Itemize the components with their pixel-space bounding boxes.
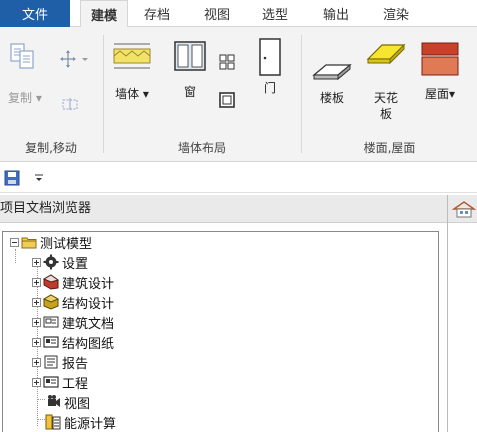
mirror-icon[interactable] [62, 97, 80, 111]
grid-window-icon[interactable] [218, 53, 236, 71]
expand-toggle[interactable] [32, 277, 41, 287]
app-window: 文件 建模 存档 视图 选型 输出 渲染 复制 ▾ 复制,移动 墙体 ▾ 窗 门… [0, 0, 477, 432]
report-icon [44, 355, 58, 369]
expand-toggle[interactable] [32, 337, 41, 347]
chevron-down-icon: ▾ [448, 87, 456, 101]
tree-item-project[interactable]: 工程 [32, 372, 88, 392]
project-tree: 测试模型 设置 建筑设计 结构设计 建筑文档 结构图纸 报告 工程 视图 能源计… [0, 224, 447, 432]
floor-slab-icon [312, 63, 352, 81]
wall-button[interactable]: 墙体 ▾ [112, 41, 152, 107]
tab-render[interactable]: 渲染 [370, 0, 422, 27]
expand-toggle[interactable] [32, 317, 41, 327]
door-label: 门 [263, 81, 276, 95]
floor-slab-button[interactable]: 楼板 [312, 57, 352, 127]
drawing-sheet-icon [43, 336, 59, 348]
wall-layout-group: 墙体 ▾ 窗 门 墙体布局 [104, 27, 300, 162]
chevron-down-icon: ▾ [32, 91, 42, 105]
floor-slab-label: 楼板 [319, 91, 344, 105]
roof-icon [421, 42, 459, 76]
drawing-sheet-icon [43, 316, 59, 328]
tree-label: 测试模型 [40, 236, 93, 252]
wall-icon [113, 43, 151, 69]
tree-label: 能源计算 [64, 416, 117, 432]
tree-item-architectural-design[interactable]: 建筑设计 [32, 272, 114, 292]
tree-connector [37, 419, 45, 420]
tab-modeling[interactable]: 建模 [80, 0, 128, 28]
tree-label: 视图 [64, 396, 91, 412]
tree-label: 建筑设计 [62, 276, 115, 292]
tree-label: 建筑文档 [62, 316, 115, 332]
folder-icon [21, 237, 37, 249]
project-sheet-icon [43, 376, 59, 388]
ceiling-label-line2: 板 [379, 107, 392, 121]
copy-label: 复制 [8, 91, 33, 105]
window-icon [174, 41, 206, 71]
door-icon [259, 38, 281, 76]
tree-item-structural-design[interactable]: 结构设计 [32, 292, 114, 312]
quick-access-toolbar [0, 163, 477, 193]
frame-window-icon[interactable] [218, 91, 236, 109]
expand-toggle[interactable] [32, 257, 41, 267]
view-area [447, 195, 477, 432]
roof-button[interactable]: 屋面▾ [418, 41, 462, 111]
wall-label: 墙体 [115, 87, 140, 101]
copy-move-group: 复制 ▾ 复制,移动 [0, 27, 102, 162]
view-tab-strip [448, 195, 477, 223]
project-browser-title: 项目文档浏览器 [0, 195, 447, 223]
ribbon-tab-bar: 文件 建模 存档 视图 选型 输出 渲染 [0, 0, 477, 28]
qat-customize-dropdown[interactable] [34, 169, 44, 188]
tree-label: 结构设计 [62, 296, 115, 312]
expand-toggle[interactable] [32, 357, 41, 367]
copy-dropdown-button[interactable]: 复制 ▾ [8, 89, 52, 105]
collapse-toggle[interactable] [10, 237, 19, 247]
ribbon-panel: 复制 ▾ 复制,移动 墙体 ▾ 窗 门 墙体布局 楼板 天花 板 屋面▾ 楼面,… [0, 27, 477, 162]
expand-toggle[interactable] [32, 297, 41, 307]
window-label: 窗 [183, 85, 196, 99]
tree-label: 工程 [62, 376, 89, 392]
move-icon[interactable] [60, 49, 90, 69]
expand-toggle[interactable] [32, 377, 41, 387]
tree-label: 报告 [62, 356, 89, 372]
ceiling-button[interactable]: 天花 板 [366, 39, 406, 129]
tree-item-views[interactable]: 视图 [45, 392, 90, 412]
gear-icon [43, 254, 59, 270]
tree-label: 结构图纸 [62, 336, 115, 352]
tree-item-structural-drawings[interactable]: 结构图纸 [32, 332, 114, 352]
structure-design-icon [43, 294, 59, 310]
tree-item-energy-calculation[interactable]: 能源计算 [45, 412, 116, 432]
ceiling-label-line1: 天花 [373, 91, 398, 105]
home-icon[interactable] [451, 200, 477, 218]
tree-connector [37, 399, 45, 400]
chevron-down-icon: ▾ [139, 87, 149, 101]
tree-item-reports[interactable]: 报告 [32, 352, 88, 372]
tab-selection[interactable]: 选型 [248, 0, 302, 27]
copy-move-group-label: 复制,移动 [25, 141, 77, 155]
tree-root-test-model[interactable]: 测试模型 [10, 232, 92, 252]
building-design-icon [43, 274, 59, 290]
door-button[interactable]: 门 [256, 37, 284, 107]
tree-item-architectural-documents[interactable]: 建筑文档 [32, 312, 114, 332]
wall-layout-group-label: 墙体布局 [177, 141, 226, 155]
tab-archive[interactable]: 存档 [128, 0, 186, 27]
tree-item-settings[interactable]: 设置 [32, 252, 88, 272]
chevron-down-icon [35, 174, 43, 181]
window-button[interactable]: 窗 [172, 39, 208, 107]
floor-roof-group-label: 楼面,屋面 [363, 141, 416, 155]
tree-label: 设置 [62, 256, 89, 272]
copy-icon[interactable] [8, 41, 38, 71]
tab-file[interactable]: 文件 [0, 0, 70, 27]
floor-roof-group: 楼板 天花 板 屋面▾ 楼面,屋面 [302, 27, 477, 162]
tab-output[interactable]: 输出 [302, 0, 370, 27]
roof-label: 屋面 [424, 87, 449, 101]
camera-icon [48, 395, 60, 407]
energy-calc-icon [45, 414, 61, 430]
ceiling-icon [366, 43, 406, 65]
tab-view[interactable]: 视图 [186, 0, 248, 27]
save-icon[interactable] [4, 170, 20, 186]
